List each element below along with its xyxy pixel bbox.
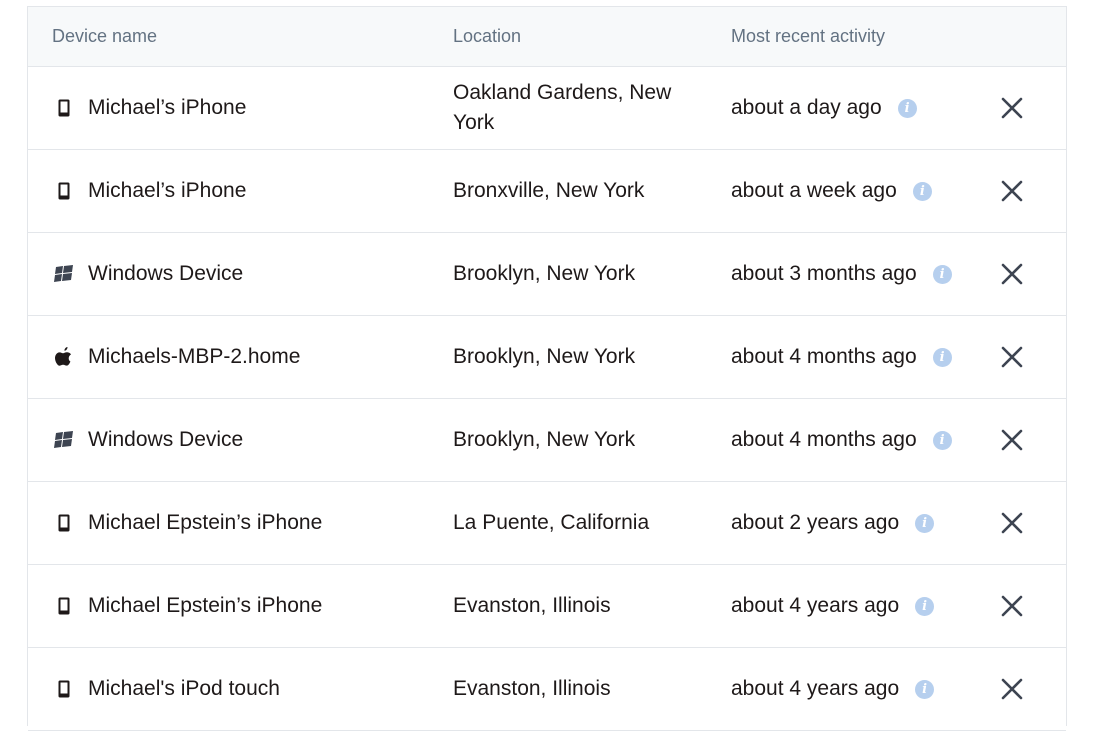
phone-icon xyxy=(53,97,75,119)
device-activity: about 4 months ago i xyxy=(731,345,952,369)
table-row: Michael’s iPhone Oakland Gardens, New Yo… xyxy=(28,67,1066,150)
header-activity: Most recent activity xyxy=(731,26,886,46)
device-name: Windows Device xyxy=(88,428,244,451)
close-icon xyxy=(1001,97,1023,119)
phone-icon xyxy=(53,512,75,534)
close-icon xyxy=(1001,346,1023,368)
activity-text: about 4 months ago xyxy=(731,345,917,368)
phone-icon xyxy=(53,180,75,202)
close-icon xyxy=(1001,263,1023,285)
phone-icon xyxy=(53,678,75,700)
remove-device-button[interactable] xyxy=(998,592,1026,620)
device-name: Michael's iPod touch xyxy=(88,677,280,700)
info-icon[interactable]: i xyxy=(932,347,952,367)
windows-icon xyxy=(53,263,75,285)
close-icon xyxy=(1001,595,1023,617)
table-row: Windows Device Brooklyn, New York about … xyxy=(28,399,1066,482)
apple-icon xyxy=(53,346,75,368)
device-name: Windows Device xyxy=(88,262,244,285)
table-row: Michael Epstein’s iPhone Evanston, Illin… xyxy=(28,565,1066,648)
activity-text: about 4 months ago xyxy=(731,428,917,451)
remove-device-button[interactable] xyxy=(998,260,1026,288)
remove-device-button[interactable] xyxy=(998,509,1026,537)
close-icon xyxy=(1001,429,1023,451)
close-icon xyxy=(1001,512,1023,534)
device-location: Brooklyn, New York xyxy=(453,262,636,285)
header-device-name: Device name xyxy=(52,26,158,46)
device-name: Michael’s iPhone xyxy=(88,96,247,119)
remove-device-button[interactable] xyxy=(998,343,1026,371)
activity-text: about 2 years ago xyxy=(731,511,900,534)
table-row: Windows Device Brooklyn, New York about … xyxy=(28,233,1066,316)
device-activity: about 4 years ago i xyxy=(731,594,935,618)
remove-device-button[interactable] xyxy=(998,94,1026,122)
info-icon[interactable]: i xyxy=(932,264,952,284)
device-location: Evanston, Illinois xyxy=(453,594,611,617)
info-icon[interactable]: i xyxy=(897,98,917,118)
device-activity: about 3 months ago i xyxy=(731,262,952,286)
device-name: Michael Epstein’s iPhone xyxy=(88,511,323,534)
activity-text: about 4 years ago xyxy=(731,677,900,700)
close-icon xyxy=(1001,678,1023,700)
device-name: Michael Epstein’s iPhone xyxy=(88,594,323,617)
device-location: Evanston, Illinois xyxy=(453,677,611,700)
device-activity: about 4 years ago i xyxy=(731,677,935,701)
table-row: Michaels-MBP-2.home Brooklyn, New York a… xyxy=(28,316,1066,399)
device-location: La Puente, California xyxy=(453,511,650,534)
devices-table: Device name Location Most recent activit… xyxy=(27,6,1067,731)
info-icon[interactable]: i xyxy=(932,430,952,450)
table-row: Michael's iPod touch Evanston, Illinois … xyxy=(28,648,1066,731)
remove-device-button[interactable] xyxy=(998,426,1026,454)
info-icon[interactable]: i xyxy=(915,596,935,616)
activity-text: about 4 years ago xyxy=(731,594,900,617)
header-location: Location xyxy=(453,26,522,46)
device-name: Michael’s iPhone xyxy=(88,179,247,202)
table-header: Device name Location Most recent activit… xyxy=(28,7,1066,67)
info-icon[interactable]: i xyxy=(915,513,935,533)
table-row: Michael Epstein’s iPhone La Puente, Cali… xyxy=(28,482,1066,565)
windows-icon xyxy=(53,429,75,451)
remove-device-button[interactable] xyxy=(998,675,1026,703)
device-location: Oakland Gardens, New York xyxy=(453,81,672,134)
info-icon[interactable]: i xyxy=(915,679,935,699)
device-location: Brooklyn, New York xyxy=(453,345,636,368)
remove-device-button[interactable] xyxy=(998,177,1026,205)
device-activity: about a week ago i xyxy=(731,179,932,203)
device-activity: about 2 years ago i xyxy=(731,511,935,535)
close-icon xyxy=(1001,180,1023,202)
device-location: Brooklyn, New York xyxy=(453,428,636,451)
phone-icon xyxy=(53,595,75,617)
activity-text: about 3 months ago xyxy=(731,262,917,285)
device-name: Michaels-MBP-2.home xyxy=(88,345,301,368)
table-row: Michael’s iPhone Bronxville, New York ab… xyxy=(28,150,1066,233)
device-location: Bronxville, New York xyxy=(453,179,645,202)
activity-text: about a week ago xyxy=(731,179,897,202)
info-icon[interactable]: i xyxy=(912,181,932,201)
device-activity: about a day ago i xyxy=(731,96,917,120)
activity-text: about a day ago xyxy=(731,96,882,119)
device-activity: about 4 months ago i xyxy=(731,428,952,452)
